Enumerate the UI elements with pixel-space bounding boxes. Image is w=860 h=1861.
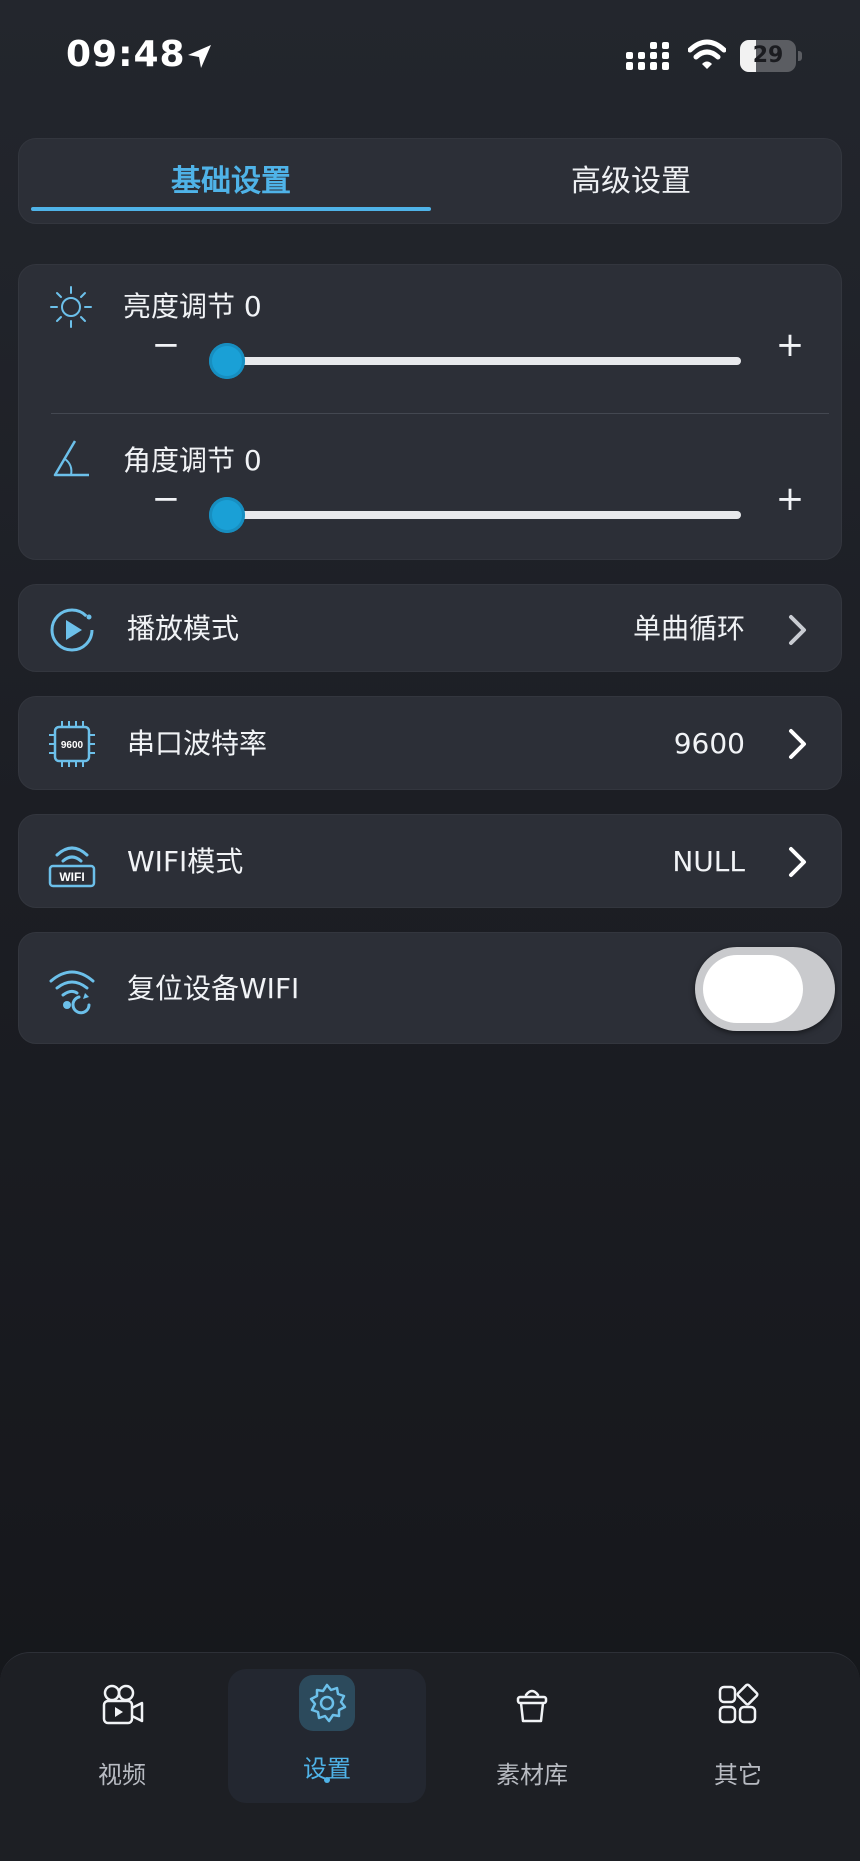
battery-indicator: 29 — [740, 40, 802, 72]
chip-icon: 9600 — [49, 721, 95, 767]
angle-row: 角度调节 0 − + — [19, 417, 843, 567]
status-time: 09:48 — [66, 34, 186, 75]
location-arrow-icon — [188, 45, 211, 68]
wifi-mode-value: NULL — [672, 845, 745, 878]
brightness-row: 亮度调节 0 − + — [19, 265, 843, 415]
row-divider — [51, 413, 829, 414]
chip-icon-text: 9600 — [61, 740, 84, 751]
settings-tabs: 基础设置 高级设置 — [18, 138, 842, 224]
angle-icon — [53, 440, 89, 477]
active-tab-dot — [324, 1777, 330, 1783]
bottom-tab-bar: 视频 设置 素材库 其它 — [0, 1652, 860, 1861]
sun-icon — [50, 286, 92, 328]
nav-label-library: 素材库 — [496, 1761, 568, 1789]
adjustment-card: 亮度调节 0 − + 角度调节 0 − + — [18, 264, 842, 560]
settings-gear-icon — [309, 1683, 347, 1723]
wifi-mode-row[interactable]: WIFI WIFI模式 NULL — [18, 814, 842, 908]
angle-decrease-button[interactable]: − — [151, 479, 181, 519]
chevron-right-icon — [789, 615, 806, 645]
basket-icon — [516, 1689, 548, 1723]
wifi-status-icon — [688, 39, 726, 69]
tab-advanced-settings[interactable]: 高级设置 — [431, 139, 831, 225]
chevron-right-icon — [789, 729, 806, 759]
nav-tab-other[interactable]: 其它 — [638, 1653, 838, 1793]
video-icon — [102, 1684, 144, 1725]
wifi-reset-icon — [49, 970, 95, 1015]
baud-rate-label: 串口波特率 — [127, 727, 268, 760]
play-mode-value: 单曲循环 — [632, 612, 745, 645]
active-tab-indicator — [31, 207, 431, 211]
nav-label-video: 视频 — [98, 1761, 146, 1789]
nav-tab-settings[interactable]: 设置 — [227, 1653, 427, 1793]
reset-wifi-row: 复位设备WIFI — [18, 932, 842, 1044]
angle-slider-track[interactable] — [227, 511, 741, 519]
brightness-slider-track[interactable] — [227, 357, 741, 365]
brightness-label: 亮度调节 0 — [123, 290, 262, 323]
play-mode-row[interactable]: 播放模式 单曲循环 — [18, 584, 842, 672]
nav-label-other: 其它 — [714, 1761, 762, 1789]
angle-label: 角度调节 0 — [123, 444, 262, 477]
cellular-signal-icon — [626, 42, 669, 70]
status-bar: 09:48 29 — [0, 0, 860, 110]
angle-increase-button[interactable]: + — [775, 479, 805, 519]
brightness-slider-thumb[interactable] — [209, 343, 245, 379]
wifi-icon-text: WIFI — [59, 870, 84, 884]
baud-rate-value: 9600 — [673, 727, 745, 760]
baud-rate-row[interactable]: 9600 串口波特率 9600 — [18, 696, 842, 790]
apps-icon — [718, 1683, 759, 1724]
brightness-increase-button[interactable]: + — [775, 325, 805, 365]
angle-slider-thumb[interactable] — [209, 497, 245, 533]
reset-wifi-toggle[interactable] — [695, 947, 835, 1031]
wifi-mode-label: WIFI模式 — [127, 845, 244, 878]
battery-level: 29 — [752, 43, 784, 68]
toggle-knob — [703, 955, 803, 1023]
play-circle-icon — [50, 608, 94, 652]
nav-tab-library[interactable]: 素材库 — [432, 1653, 632, 1793]
play-mode-label: 播放模式 — [127, 612, 240, 645]
chevron-right-icon — [789, 847, 806, 877]
battery-cap — [798, 51, 802, 61]
nav-tab-video[interactable]: 视频 — [22, 1653, 222, 1793]
reset-wifi-label: 复位设备WIFI — [127, 972, 300, 1005]
tab-basic-settings[interactable]: 基础设置 — [31, 139, 431, 225]
brightness-decrease-button[interactable]: − — [151, 325, 181, 365]
battery-body: 29 — [740, 40, 796, 72]
wifi-mode-icon: WIFI — [48, 846, 96, 888]
